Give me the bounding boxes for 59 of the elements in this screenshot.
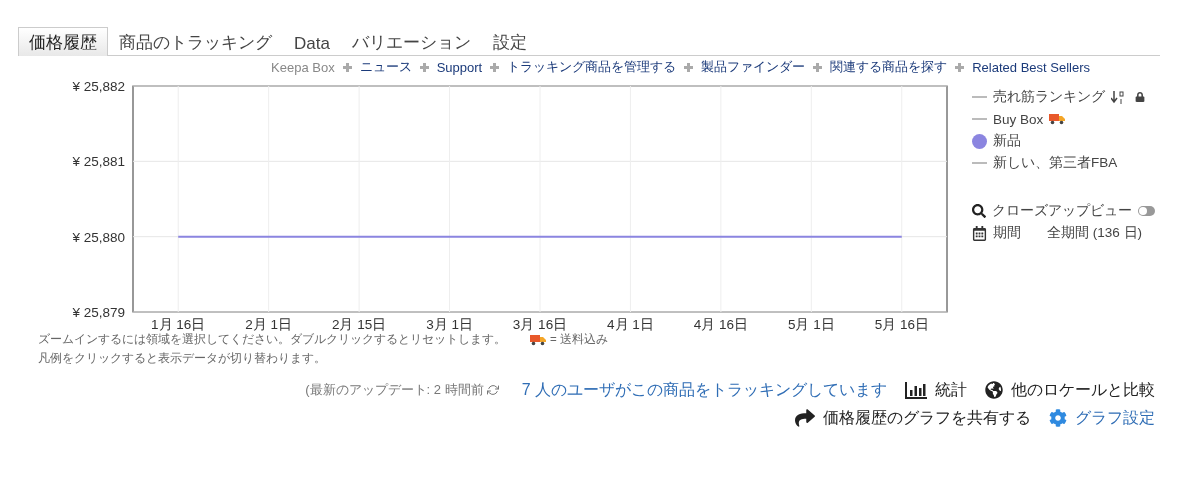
period-value[interactable]: 全期間 (136 日) (1047, 224, 1143, 242)
legend-item[interactable]: 売れ筋ランキング (993, 88, 1105, 106)
toggle-switch[interactable] (1138, 206, 1155, 216)
zoom-hint: ズームインするには領域を選択してください。ダブルクリックするとリセットします。 (38, 332, 506, 347)
refresh-icon[interactable] (486, 384, 499, 396)
tab[interactable]: 設定 (481, 27, 538, 56)
x-axis-label: 3月 16日 (512, 317, 568, 332)
nav-link[interactable]: 製品ファインダー (701, 58, 806, 76)
plus-icon (342, 62, 352, 72)
x-axis-label: 1月 16日 (151, 317, 206, 332)
truck-icon (530, 333, 546, 346)
plus-icon (813, 62, 823, 72)
sort-icon (1111, 90, 1125, 104)
legend-hint: 凡例をクリックすると表示データが切り替わります。 (38, 351, 326, 366)
legend-item[interactable]: 新しい、第三者FBA (993, 154, 1118, 172)
truck-icon (1049, 113, 1066, 125)
globe-icon (985, 381, 1003, 399)
plus-icon (419, 62, 429, 72)
update-time: (最新のアップデート: 2 時間前 (305, 381, 484, 399)
calendar-icon (972, 225, 987, 241)
x-axis-label: 2月 15日 (331, 317, 387, 332)
plus-icon (490, 62, 500, 72)
x-axis-label: 4月 16日 (693, 317, 749, 332)
x-axis-label: 3月 1日 (426, 317, 473, 332)
share-icon (795, 408, 815, 428)
nav-link[interactable]: ニュース (359, 58, 412, 76)
tracking-link[interactable]: 7 人のユーザがこの商品をトラッキングしています (521, 379, 887, 401)
search-icon (972, 204, 986, 218)
nav-link[interactable]: Related Best Sellers (972, 59, 1090, 75)
stats-link[interactable]: 統計 (905, 379, 967, 401)
settings-icon (1049, 409, 1067, 427)
y-axis-label: ¥ 25,882 (72, 79, 125, 94)
plus-icon (955, 62, 965, 72)
x-axis-label: 4月 1日 (607, 317, 654, 332)
period-label: 期間 (993, 224, 1021, 242)
nav-link[interactable]: Keepa Box (271, 59, 335, 75)
tab[interactable]: 商品のトラッキング (108, 27, 283, 56)
plus-icon (684, 62, 694, 72)
y-axis-label: ¥ 25,879 (72, 305, 125, 320)
bar-chart-icon (905, 381, 927, 399)
tab[interactable]: Data (283, 30, 341, 56)
nav-link[interactable]: Support (436, 59, 483, 75)
tab[interactable]: 価格履歴 (18, 27, 108, 56)
shipping-note: = 送料込み (550, 332, 608, 347)
legend-item[interactable]: 新品 (993, 132, 1021, 150)
x-axis-label: 5月 1日 (787, 317, 835, 332)
share-link[interactable]: 価格履歴のグラフを共有する (795, 407, 1031, 429)
compare-link[interactable]: 他のロケールと比較 (985, 379, 1155, 401)
nav-link[interactable]: 関連する商品を探す (830, 58, 948, 76)
x-axis-label: 5月 16日 (874, 317, 929, 332)
tab[interactable]: バリエーション (340, 27, 482, 56)
legend-item[interactable]: Buy Box (993, 111, 1044, 127)
settings-link[interactable]: グラフ設定 (1049, 407, 1155, 429)
lock-icon (1135, 92, 1145, 102)
nav-link[interactable]: トラッキング商品を管理する (507, 58, 677, 76)
closeup-label: クローズアップビュー (992, 202, 1132, 220)
y-axis-label: ¥ 25,880 (72, 229, 125, 245)
y-axis-label: ¥ 25,881 (72, 154, 125, 170)
x-axis-label: 2月 1日 (245, 317, 293, 332)
